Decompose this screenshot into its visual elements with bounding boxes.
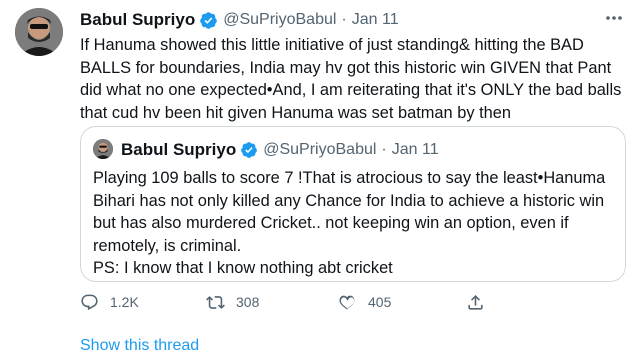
quoted-author-name: Babul Supriyo bbox=[121, 140, 237, 159]
author-handle[interactable]: @SuPriyoBabul bbox=[223, 11, 336, 29]
tweet-text: If Hanuma showed this little initiative … bbox=[80, 36, 622, 122]
like-count: 405 bbox=[368, 294, 392, 310]
tweet[interactable]: Babul Supriyo @SuPriyoBabul · Jan 11 If … bbox=[0, 0, 640, 362]
author-name[interactable]: Babul Supriyo bbox=[80, 10, 195, 30]
quoted-header: Babul Supriyo @SuPriyoBabul · Jan 11 bbox=[121, 139, 439, 161]
quoted-tweet-text: Playing 109 balls to score 7 !That is at… bbox=[93, 167, 615, 280]
separator-dot: · bbox=[381, 141, 387, 158]
quoted-text-line: Playing 109 balls to score 7 !That is at… bbox=[93, 169, 606, 277]
like-icon bbox=[339, 295, 355, 310]
reply-icon bbox=[81, 294, 98, 310]
like-button[interactable]: 405 bbox=[338, 287, 391, 317]
retweet-icon bbox=[206, 295, 225, 309]
quoted-avatar bbox=[93, 139, 113, 159]
share-button[interactable] bbox=[466, 287, 496, 317]
retweet-button[interactable]: 308 bbox=[206, 287, 259, 317]
reply-button[interactable]: 1.2K bbox=[80, 287, 139, 317]
verified-icon bbox=[240, 141, 258, 159]
avatar[interactable] bbox=[15, 8, 63, 56]
more-icon[interactable] bbox=[603, 9, 625, 27]
tweet-header: Babul Supriyo @SuPriyoBabul · Jan 11 bbox=[80, 9, 399, 31]
reply-count: 1.2K bbox=[110, 294, 139, 310]
share-icon bbox=[468, 294, 483, 310]
show-thread-link[interactable]: Show this thread bbox=[80, 337, 199, 355]
quoted-tweet[interactable]: Babul Supriyo @SuPriyoBabul · Jan 11 Pla… bbox=[80, 126, 626, 282]
tweet-date[interactable]: Jan 11 bbox=[352, 11, 399, 29]
separator-dot: · bbox=[341, 11, 347, 28]
quoted-author-handle: @SuPriyoBabul bbox=[263, 141, 377, 158]
quoted-tweet-date: Jan 11 bbox=[391, 141, 439, 158]
verified-icon bbox=[199, 11, 218, 30]
retweet-count: 308 bbox=[236, 294, 260, 310]
action-bar: 1.2K 308 405 bbox=[80, 287, 620, 317]
